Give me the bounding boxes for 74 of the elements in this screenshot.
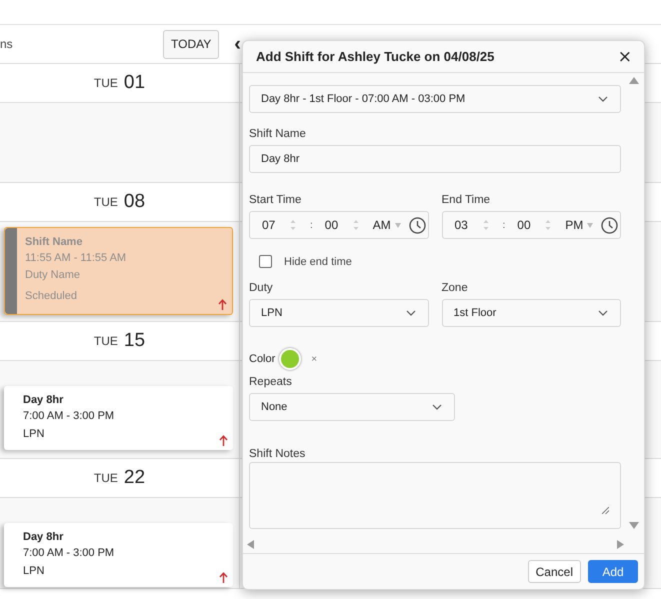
field-label: Color: [249, 353, 276, 365]
shift-name-input[interactable]: Day 8hr: [249, 145, 621, 173]
caret-icon: [406, 310, 416, 316]
shift-name: Day 8hr: [23, 530, 64, 545]
shift-card[interactable]: Day 8hr 7:00 AM - 3:00 PM LPN: [4, 523, 233, 587]
field-label: Shift Name: [249, 128, 307, 140]
field-label: End Time: [442, 194, 492, 206]
period-value: AM: [372, 218, 392, 232]
caret-icon: [598, 96, 608, 102]
dropdown[interactable]: 1st Floor: [442, 299, 621, 327]
clock-icon[interactable]: [601, 216, 618, 234]
caret-icon: [432, 404, 442, 410]
checkbox-label: Hide end time: [284, 256, 352, 268]
shift-duty: Duty Name: [25, 268, 82, 283]
color-swatch[interactable]: [279, 348, 302, 370]
period-value: PM: [565, 218, 584, 232]
up-arrow-icon: [218, 299, 227, 310]
dropdown-value: 1st Floor: [454, 307, 496, 319]
caret-icon[interactable]: [394, 222, 401, 228]
time-separator: :: [310, 220, 313, 230]
clock-icon[interactable]: [408, 216, 426, 234]
scroll-up-icon[interactable]: [629, 77, 639, 84]
add-button[interactable]: Add: [588, 560, 638, 583]
date-number: 08: [124, 191, 146, 213]
weekday-label: TUE: [94, 471, 118, 485]
shift-time: 11:55 AM - 11:55 AM: [25, 251, 126, 266]
shift-time: 7:00 AM - 3:00 PM: [23, 409, 114, 424]
shift-card[interactable]: Day 8hr 7:00 AM - 3:00 PM LPN: [4, 386, 233, 450]
field-label: Start Time: [249, 194, 302, 206]
dropdown-value: Day 8hr - 1st Floor - 07:00 AM - 03:00 PM: [261, 93, 466, 105]
scroll-right-icon[interactable]: [617, 540, 624, 549]
dropdown-value: None: [261, 401, 288, 413]
view-label: ns: [0, 37, 14, 51]
checkbox[interactable]: [259, 255, 272, 268]
minute-value: 00: [517, 218, 532, 232]
date-number: 15: [124, 330, 146, 352]
dropdown[interactable]: LPN: [249, 299, 428, 327]
caret-icon[interactable]: [587, 222, 594, 228]
weekday-label: TUE: [94, 195, 118, 209]
field-label: Shift Notes: [249, 448, 306, 460]
shift-name: Day 8hr: [23, 393, 64, 408]
shift-name: Shift Name: [25, 235, 84, 250]
date-number: 22: [124, 467, 146, 489]
shift-status: Scheduled: [25, 289, 78, 304]
clear-color-button[interactable]: ×: [305, 354, 318, 364]
date-number: 01: [124, 72, 146, 94]
minute-value: 00: [324, 218, 340, 232]
weekday-label: TUE: [94, 334, 118, 348]
field-label: Repeats: [249, 376, 293, 388]
repeats-dropdown[interactable]: None: [249, 393, 455, 421]
dialog-title: Add Shift for Ashley Tucke on 04/08/25: [256, 49, 494, 64]
shift-duty: LPN: [23, 427, 46, 442]
close-button[interactable]: ×: [618, 46, 632, 66]
template-dropdown[interactable]: Day 8hr - 1st Floor - 07:00 AM - 03:00 PM: [249, 85, 621, 113]
weekday-label: TUE: [94, 76, 118, 90]
hour-value: 07: [262, 218, 276, 232]
today-button[interactable]: TODAY: [163, 30, 220, 58]
hour-value: 03: [454, 218, 469, 232]
shift-time: 7:00 AM - 3:00 PM: [23, 546, 114, 561]
resize-grip-icon[interactable]: [602, 507, 609, 514]
field-label: Duty: [249, 282, 274, 294]
cancel-button[interactable]: Cancel: [528, 560, 581, 583]
shift-duty: LPN: [23, 564, 46, 579]
time-input[interactable]: 07 : 00 AM: [249, 211, 428, 239]
previous-month-button[interactable]: ‹: [232, 34, 243, 54]
scroll-down-icon[interactable]: [629, 522, 639, 529]
field-label: Zone: [442, 282, 469, 294]
time-separator: :: [502, 220, 506, 230]
time-input[interactable]: 03 : 00 PM: [442, 211, 621, 239]
scroll-left-icon[interactable]: [247, 540, 254, 549]
dropdown-value: LPN: [261, 307, 282, 319]
up-arrow-icon: [219, 572, 228, 583]
caret-icon: [598, 310, 608, 316]
up-arrow-icon: [219, 435, 228, 446]
